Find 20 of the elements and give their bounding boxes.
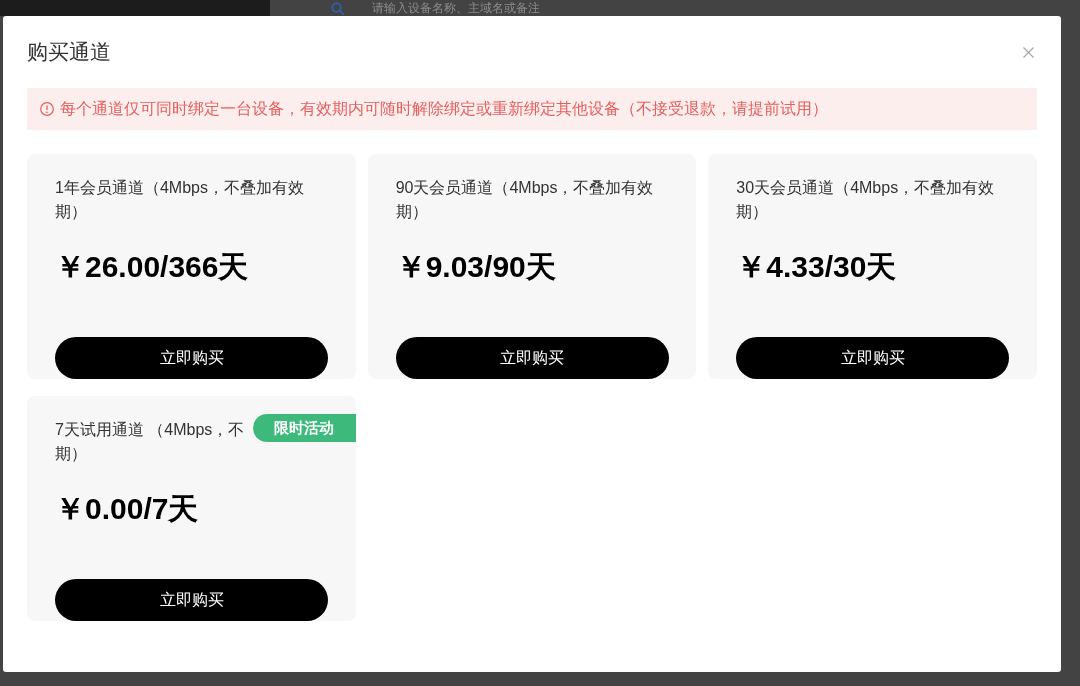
alert-icon [40,102,54,116]
promo-badge: 限时活动 [252,414,356,442]
plan-price: ￥9.03/90天 [395,249,556,285]
close-icon[interactable] [1023,46,1034,58]
notice-text: 每个通道仅可同时绑定一台设备，有效期内可随时解除绑定或重新绑定其他设备（不接受退款，请提前试用） [60,98,828,119]
search-icon [331,1,344,15]
buy-button[interactable]: 立即购买 [395,337,669,379]
buy-button[interactable]: 立即购买 [55,579,328,621]
plan-description: 7天试用通道 （4Mbps，不 [55,420,245,440]
plan-price: ￥26.00/366天 [55,249,249,285]
buy-button[interactable]: 立即购买 [736,337,1010,379]
plan-price: ￥4.33/30天 [736,249,897,285]
buy-button[interactable]: 立即购买 [55,337,328,379]
plan-description: 30天会员通道（4Mbps，不叠加有效期） [736,178,996,222]
dialog-title: 购买通道 [27,40,111,64]
plan-description: 1年会员通道（4Mbps，不叠加有效期） [55,178,305,222]
plan-description: 90天会员通道（4Mbps，不叠加有效期） [395,178,655,222]
plan-description: 期） [55,444,87,464]
plan-price: ￥0.00/7天 [55,491,199,527]
search-field[interactable]: 请输入设备名称、主域名或备注 [372,0,692,16]
